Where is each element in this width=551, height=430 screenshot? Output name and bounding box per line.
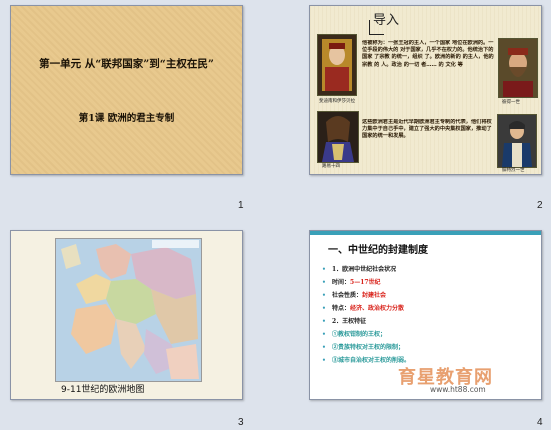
list-item: • 特点：经济、政治权力分散 [322,305,405,312]
slide-number-4: 4 [537,417,543,428]
slide-thumbnail-3[interactable]: 9-11世纪的欧洲地图 [10,230,243,400]
list-item: • 社会性质：封建社会 [322,292,387,299]
slide-title: 第一单元 从“联邦国家”到“主权在民” [39,58,214,70]
slide-subtitle: 第1课 欧洲的君主专制 [78,113,175,124]
list-item: • ②贵族特权对王权的限制； [322,344,405,351]
slide-thumbnail-1[interactable]: 第一单元 从“联邦国家”到“主权在民” 第1课 欧洲的君主专制 [10,5,243,175]
watermark-url: www.ht88.com [430,385,486,394]
portrait-caption: 彼得一世 [502,100,520,105]
bracket-decoration [369,20,384,35]
list-item: • 2．王权特征 [322,318,367,325]
portrait-image [317,34,357,96]
intro-paragraph: 他被称为：一张王冠的主人，一个国家 地位在欧洲的。一位手段的伟大的 对于国家，几… [362,40,494,68]
map-caption: 9-11世纪的欧洲地图 [61,385,145,395]
portrait-caption: 斐迪南和伊莎贝拉 [319,99,355,104]
list-item: • 1．欧洲中世纪社会状况 [322,266,397,273]
list-item: • 时间：5—17世纪 [322,279,381,286]
list-item: • ①教权钳制的王权； [322,331,387,338]
slide-heading: 一、中世纪的封建制度 [328,245,428,256]
accent-bar [310,231,541,235]
portrait-caption: 腓特烈一世 [502,168,525,173]
slide-number-3: 3 [238,417,244,428]
slide-thumbnail-2[interactable]: 导入 斐迪南和伊莎贝拉 路易十四 彼得一世 腓特烈一世 他被称为：一张王冠的主人… [309,5,542,175]
slide-number-2: 2 [537,200,543,211]
slide-number-1: 1 [238,200,244,211]
intro-paragraph-2: 这些欧洲君主是近代早期欧洲君主专制的代表，他们将权力集中于自己手中，建立了强大的… [362,119,492,140]
portrait-caption: 路易十四 [322,164,340,169]
slide-thumbnail-4[interactable]: 一、中世纪的封建制度 • 1．欧洲中世纪社会状况 • 时间：5—17世纪 • 社会性质… [309,230,542,400]
bullet-list: • 1．欧洲中世纪社会状况 • 时间：5—17世纪 • 社会性质：封建社会 • 特点：经… [322,263,537,367]
portrait-image [497,114,537,168]
portrait-image [317,111,359,163]
portrait-image [498,38,538,98]
europe-map-image [55,238,202,382]
